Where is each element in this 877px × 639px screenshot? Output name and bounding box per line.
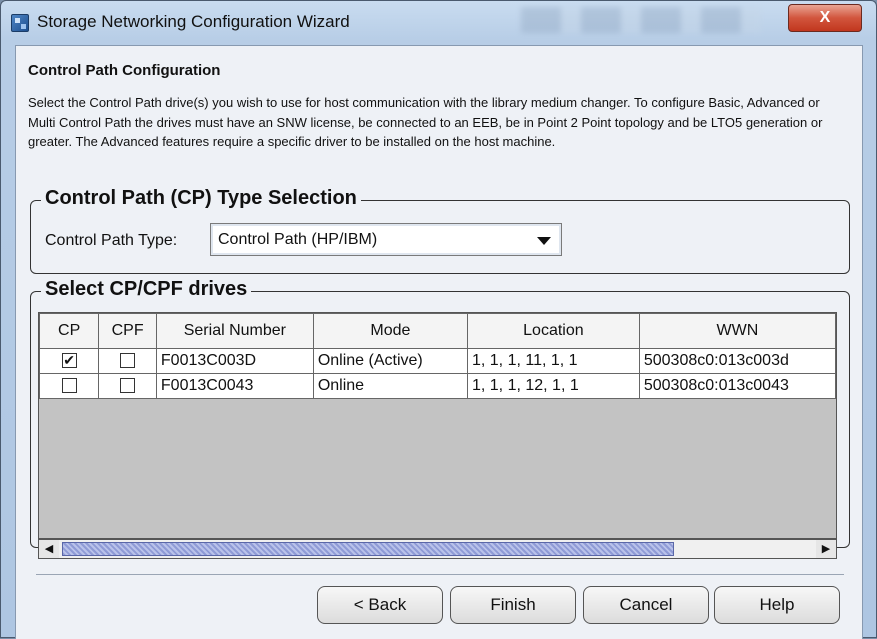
column-header-cp[interactable]: CP (39, 313, 100, 349)
serial-number-cell: F0013C003D (155, 348, 314, 374)
drives-groupbox: Select CP/CPF drives CP CPF Serial Numbe… (30, 278, 850, 559)
column-header-serial-number[interactable]: Serial Number (155, 313, 314, 349)
cpf-checkbox[interactable] (120, 378, 136, 394)
section-title: Control Path Configuration (28, 62, 221, 79)
window-title: Storage Networking Configuration Wizard (37, 12, 350, 31)
mode-cell: Online (Active) (312, 348, 468, 374)
cp-type-label: Control Path Type: (45, 232, 178, 249)
mode-cell: Online (312, 373, 468, 399)
cp-checkbox[interactable] (61, 378, 77, 394)
cp-cell: ✔ (39, 348, 100, 374)
section-description: Select the Control Path drive(s) you wis… (28, 95, 823, 149)
table-header-row: CP CPF Serial Number Mode Location WWN (39, 313, 836, 349)
wwn-cell: 500308c0:013c0043 (638, 373, 836, 399)
finish-button[interactable]: Finish (450, 586, 576, 624)
cp-type-selected-value: Control Path (HP/IBM) (218, 231, 378, 248)
cp-checkbox[interactable]: ✔ (61, 353, 77, 369)
column-header-mode[interactable]: Mode (312, 313, 468, 349)
scroll-thumb[interactable] (62, 542, 674, 556)
close-icon: X (819, 9, 831, 26)
back-button[interactable]: < Back (317, 586, 443, 624)
column-header-location[interactable]: Location (466, 313, 640, 349)
scroll-right-icon[interactable]: ▶ (816, 540, 836, 558)
drives-table-area: CP CPF Serial Number Mode Location WWN ✔ (38, 312, 837, 539)
location-cell: 1, 1, 1, 11, 1, 1 (466, 348, 640, 374)
cp-type-legend: Control Path (CP) Type Selection (41, 187, 361, 210)
cpf-cell (98, 348, 157, 374)
table-row[interactable]: ✔ F0013C003D Online (Active) 1, 1, 1, 11… (39, 348, 836, 374)
button-separator (36, 574, 844, 575)
drives-table: CP CPF Serial Number Mode Location WWN ✔ (39, 313, 836, 399)
location-cell: 1, 1, 1, 12, 1, 1 (466, 373, 640, 399)
scroll-left-icon[interactable]: ◀ (39, 540, 59, 558)
wizard-window: Storage Networking Configuration Wizard … (0, 0, 877, 639)
cancel-button[interactable]: Cancel (583, 586, 709, 624)
cp-cell (39, 373, 100, 399)
help-button[interactable]: Help (714, 586, 840, 624)
background-window-glimpse (521, 7, 761, 33)
cpf-cell (98, 373, 157, 399)
serial-number-cell: F0013C0043 (155, 373, 314, 399)
chevron-down-icon (537, 237, 551, 245)
cpf-checkbox[interactable] (120, 353, 136, 369)
wizard-app-icon (11, 14, 29, 32)
wizard-content: Control Path Configuration Select the Co… (15, 45, 863, 639)
close-button[interactable]: X (788, 4, 862, 32)
column-header-wwn[interactable]: WWN (638, 313, 836, 349)
horizontal-scrollbar[interactable]: ◀ ▶ (38, 539, 837, 559)
cp-type-groupbox: Control Path (CP) Type Selection Control… (30, 187, 850, 274)
title-bar[interactable]: Storage Networking Configuration Wizard … (1, 1, 876, 45)
table-row[interactable]: F0013C0043 Online 1, 1, 1, 12, 1, 1 5003… (39, 373, 836, 399)
column-header-cpf[interactable]: CPF (98, 313, 157, 349)
drives-legend: Select CP/CPF drives (41, 278, 252, 301)
wwn-cell: 500308c0:013c003d (638, 348, 836, 374)
cp-type-select[interactable]: Control Path (HP/IBM) (210, 223, 562, 256)
